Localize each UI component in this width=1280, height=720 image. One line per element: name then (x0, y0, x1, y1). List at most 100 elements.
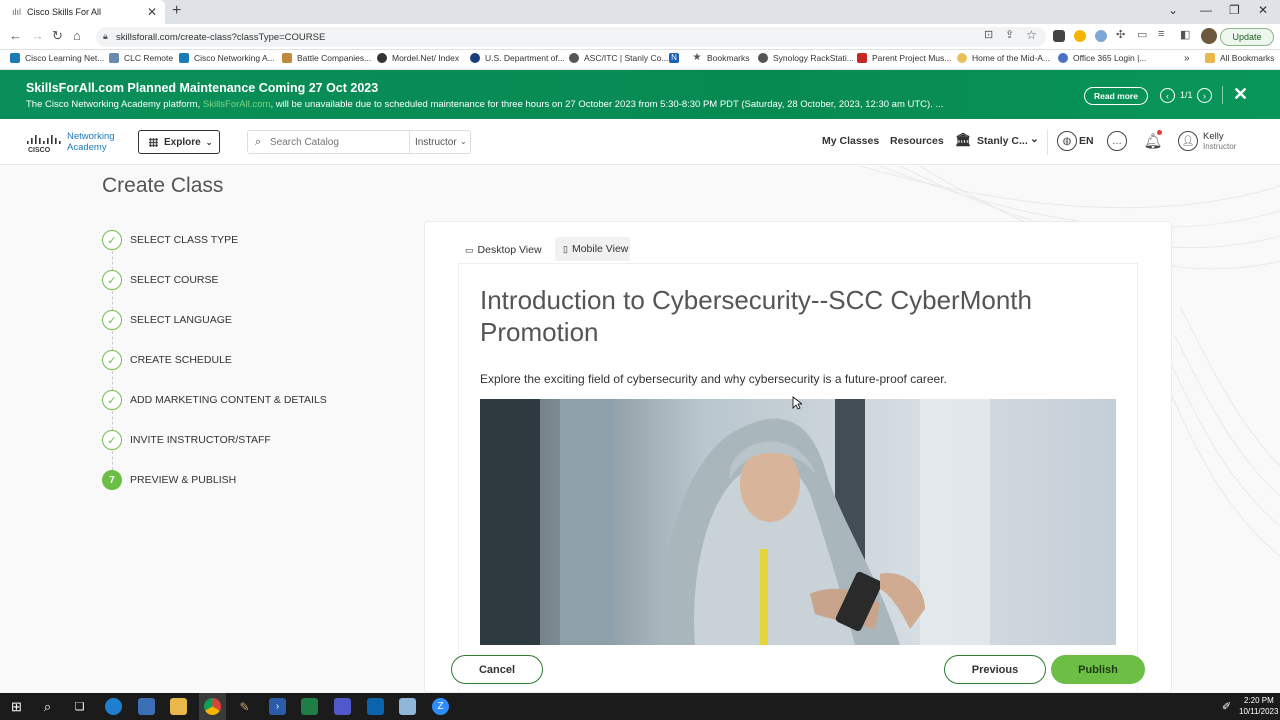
bookmark-item[interactable]: Cisco Networking A... (179, 53, 275, 63)
bookmark-item[interactable]: N (669, 53, 684, 63)
banner-prev-icon[interactable]: ‹ (1160, 88, 1175, 103)
restore-icon[interactable]: ❐ (1229, 3, 1240, 17)
powershell-icon[interactable]: › (269, 698, 286, 715)
page-title: Create Class (102, 174, 224, 197)
puzzle-icon[interactable]: ✣ (1116, 28, 1125, 41)
cisco-icon (179, 53, 189, 63)
clock-time[interactable]: 2:20 PM (1244, 696, 1274, 705)
step-select-language[interactable]: ✓ SELECT LANGUAGE (102, 310, 232, 330)
language-select[interactable]: EN (1079, 135, 1094, 147)
cancel-button[interactable]: Cancel (451, 655, 543, 684)
office-icon (1058, 53, 1068, 63)
store-icon[interactable] (138, 698, 155, 715)
extension-icon[interactable] (1053, 30, 1065, 42)
chevron-down-icon: ⌄ (205, 137, 213, 147)
back-icon[interactable]: ← (9, 28, 22, 43)
outlook-icon[interactable] (367, 698, 384, 715)
bookmark-item[interactable]: Battle Companies... (282, 53, 371, 63)
install-icon[interactable]: ⊡ (984, 28, 993, 41)
bookmark-item[interactable]: ASC/ITC | Stanly Co... (569, 53, 668, 63)
step-add-marketing-content[interactable]: ✓ ADD MARKETING CONTENT & DETAILS (102, 390, 327, 410)
forward-icon[interactable]: → (31, 28, 44, 43)
update-button[interactable]: Update (1220, 28, 1274, 46)
task-view-icon[interactable]: ❏ (71, 698, 88, 715)
zoom-icon[interactable]: Z (432, 698, 449, 715)
role-select[interactable]: Instructor (415, 137, 457, 148)
extension-icon[interactable] (1095, 30, 1107, 42)
maintenance-banner: SkillsForAll.com Planned Maintenance Com… (0, 70, 1280, 119)
bookmark-item[interactable]: Home of the Mid-A... (957, 53, 1050, 63)
tab-search-chevron-icon[interactable]: ⌄ (1168, 3, 1178, 17)
minimize-icon[interactable]: — (1200, 3, 1212, 17)
app-icon[interactable] (399, 698, 416, 715)
tab-close-icon[interactable]: ✕ (147, 5, 157, 19)
pen-icon[interactable]: ✐ (1218, 698, 1235, 715)
search-icon[interactable]: ⌕ (39, 698, 56, 715)
drive-extension-icon[interactable] (1074, 30, 1086, 42)
clock-date[interactable]: 10/11/2023 (1239, 707, 1278, 716)
institution-select[interactable]: Stanly C... (977, 135, 1028, 147)
app-icon[interactable]: ✎ (236, 698, 253, 715)
all-bookmarks[interactable]: All Bookmarks (1205, 53, 1274, 63)
user-name[interactable]: Kelly (1203, 131, 1224, 142)
reading-list-icon[interactable]: ≡ (1158, 28, 1164, 40)
search-input[interactable] (270, 134, 400, 150)
explore-button[interactable]: Explore ⌄ (138, 130, 220, 154)
bookmark-item[interactable]: Mordel.Net/ Index (377, 53, 459, 63)
site-header: CISCO Networking Academy Explore ⌄ ⌕ Ins… (0, 119, 1280, 165)
read-more-button[interactable]: Read more (1084, 87, 1148, 105)
file-explorer-icon[interactable] (170, 698, 187, 715)
step-preview-publish[interactable]: 7 PREVIEW & PUBLISH (102, 470, 236, 490)
bookmark-item[interactable]: Office 365 Login |... (1058, 53, 1146, 63)
side-panel-icon[interactable]: ◧ (1180, 28, 1190, 41)
my-classes-link[interactable]: My Classes (822, 135, 879, 147)
publish-button[interactable]: Publish (1051, 655, 1145, 684)
bookmark-item[interactable]: Cisco Learning Net... (10, 53, 104, 63)
resources-link[interactable]: Resources (890, 135, 944, 147)
previous-button[interactable]: Previous (944, 655, 1046, 684)
lock-icon: 🔒︎ (103, 31, 108, 41)
edge-icon[interactable] (105, 698, 122, 715)
banner-link[interactable]: SkillsForAll.com (203, 99, 271, 110)
chrome-icon[interactable] (204, 698, 221, 715)
share-icon[interactable]: ⇪ (1005, 28, 1014, 41)
url-text: skillsforall.com/create-class?classType=… (116, 31, 326, 43)
window-close-icon[interactable]: ✕ (1258, 3, 1268, 17)
site-icon (569, 53, 579, 63)
chat-icon[interactable]: … (1107, 131, 1127, 151)
profile-avatar[interactable] (1201, 28, 1217, 44)
bookmark-item[interactable]: CLC Remote (109, 53, 173, 63)
check-icon: ✓ (102, 230, 122, 250)
browser-tab[interactable]: ılıl Cisco Skills For All ✕ (0, 0, 165, 24)
reload-icon[interactable]: ↻ (52, 28, 63, 44)
teams-icon[interactable] (334, 698, 351, 715)
home-icon[interactable]: ⌂ (73, 28, 81, 43)
step-select-class-type[interactable]: ✓ SELECT CLASS TYPE (102, 230, 238, 250)
address-bar[interactable]: 🔒︎ skillsforall.com/create-class?classTy… (96, 27, 1046, 47)
cast-icon[interactable]: ▭ (1137, 28, 1147, 41)
excel-icon[interactable] (301, 698, 318, 715)
cisco-logo[interactable]: CISCO (26, 133, 62, 153)
bookmark-star-icon[interactable]: ☆ (1026, 28, 1037, 42)
new-tab-icon[interactable]: + (172, 2, 181, 20)
bookmark-item[interactable]: Parent Project Mus... (857, 53, 951, 63)
banner-next-icon[interactable]: › (1197, 88, 1212, 103)
bookmark-item[interactable]: Synology RackStati... (758, 53, 854, 63)
banner-close-icon[interactable]: ✕ (1233, 84, 1248, 105)
tab-mobile-view[interactable]: ▯ Mobile View (555, 237, 630, 261)
course-description: Explore the exciting field of cybersecur… (480, 372, 947, 386)
tab-desktop-view[interactable]: ▭ Desktop View (459, 239, 548, 261)
globe-icon[interactable]: ◍ (1057, 131, 1077, 151)
folder-icon (1205, 53, 1215, 63)
windows-start-icon[interactable]: ⊞ (8, 698, 25, 715)
bookmark-item[interactable]: U.S. Department of... (470, 53, 565, 63)
step-invite-instructor[interactable]: ✓ INVITE INSTRUCTOR/STAFF (102, 430, 271, 450)
step-select-course[interactable]: ✓ SELECT COURSE (102, 270, 219, 290)
step-connector (112, 451, 113, 470)
user-avatar-icon[interactable]: 👤︎ (1178, 131, 1198, 151)
step-create-schedule[interactable]: ✓ CREATE SCHEDULE (102, 350, 232, 370)
chevron-down-icon[interactable]: ⌄ (1030, 133, 1039, 145)
bookmark-item[interactable]: ★ Bookmarks (692, 53, 750, 64)
more-bookmarks-icon[interactable]: » (1184, 53, 1190, 64)
check-icon: ✓ (102, 390, 122, 410)
